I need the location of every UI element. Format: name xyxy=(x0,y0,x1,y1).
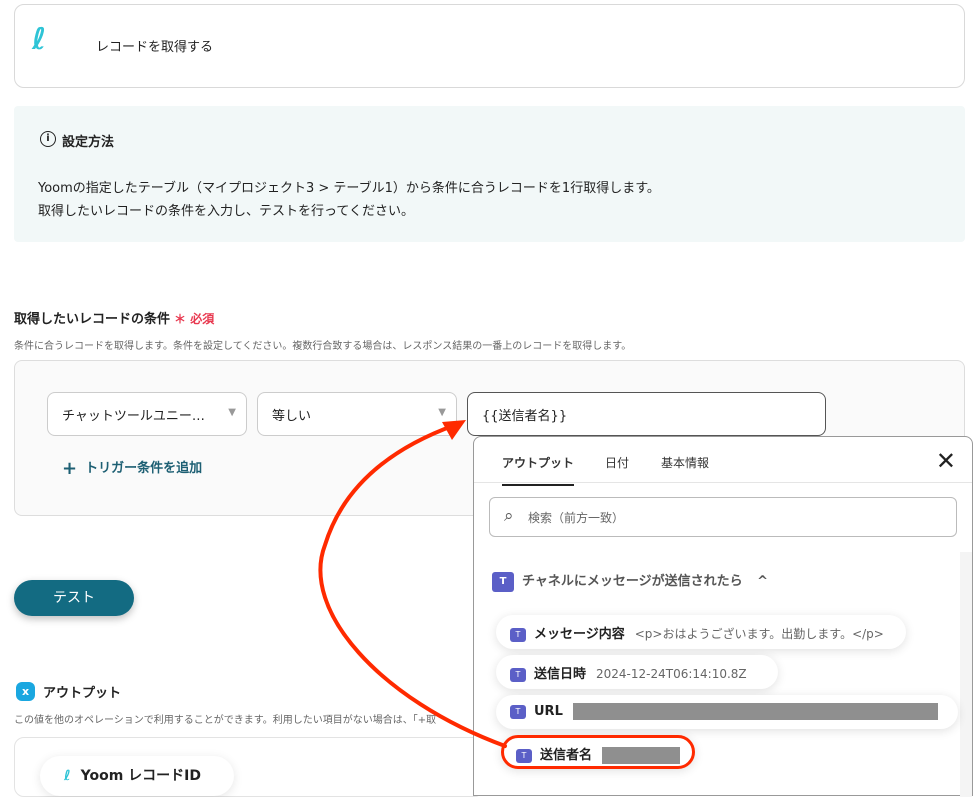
annotation-arrow xyxy=(318,420,507,748)
